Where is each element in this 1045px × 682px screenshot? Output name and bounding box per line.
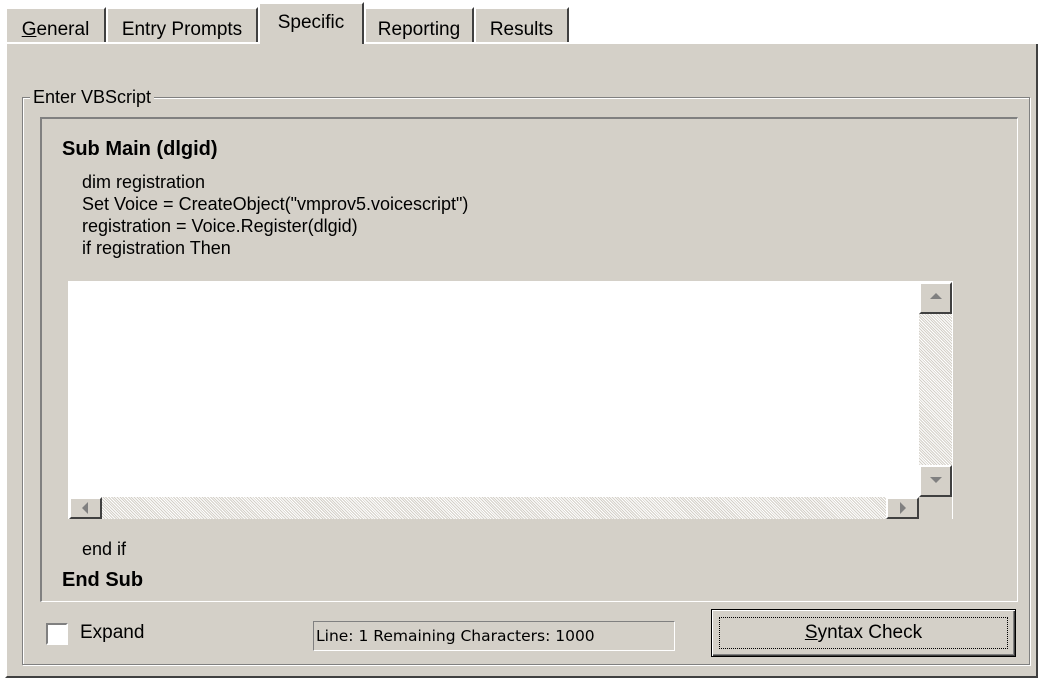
scrollbar-corner [919, 497, 952, 519]
triangle-down-icon [930, 477, 942, 483]
triangle-right-icon [900, 502, 906, 514]
syntax-check-button[interactable]: Syntax Check [711, 609, 1016, 657]
tab-reporting-label: Reporting [377, 19, 461, 40]
script-line: dim registration [82, 172, 206, 192]
script-line: if registration Then [82, 238, 231, 258]
tab-entry-prompts-label: Entry Prompts [121, 19, 243, 40]
page-top-edge [364, 42, 1038, 44]
triangle-up-icon [930, 293, 942, 299]
expand-checkbox[interactable] [46, 623, 68, 645]
scroll-down-button[interactable] [919, 465, 952, 497]
tab-results[interactable]: Results [474, 7, 569, 43]
scroll-up-button[interactable] [919, 282, 952, 314]
tab-general[interactable]: General [5, 7, 106, 43]
tab-results-label: Results [489, 19, 554, 40]
scroll-right-button[interactable] [886, 497, 919, 519]
tab-general-label: eneral [36, 19, 90, 40]
tab-specific-label: Specific [277, 12, 345, 33]
scroll-left-button[interactable] [69, 497, 102, 519]
expand-label[interactable]: Expand [80, 622, 144, 644]
syntax-check-mnemonic: S [804, 622, 818, 643]
focus-rectangle: Syntax Check [719, 617, 1008, 649]
groupbox-label: Enter VBScript [30, 87, 155, 107]
status-readout: Line: 1 Remaining Characters: 1000 [313, 621, 675, 651]
end-sub-footer: End Sub [62, 569, 144, 591]
script-line: registration = Voice.Register(dlgid) [82, 216, 358, 236]
syntax-check-label: yntax Check [817, 622, 923, 643]
sub-main-header: Sub Main (dlgid) [62, 138, 218, 160]
tab-reporting[interactable]: Reporting [364, 7, 474, 43]
horizontal-scrollbar[interactable] [69, 497, 919, 519]
triangle-left-icon [82, 502, 88, 514]
tab-general-mnemonic: G [21, 19, 37, 40]
script-end-if: end if [82, 539, 127, 559]
page-top-edge [5, 42, 258, 44]
tab-entry-prompts[interactable]: Entry Prompts [106, 7, 258, 43]
tab-specific[interactable]: Specific [258, 2, 364, 44]
script-editor[interactable] [68, 281, 953, 519]
script-line: Set Voice = CreateObject("vmprov5.voices… [82, 194, 469, 214]
